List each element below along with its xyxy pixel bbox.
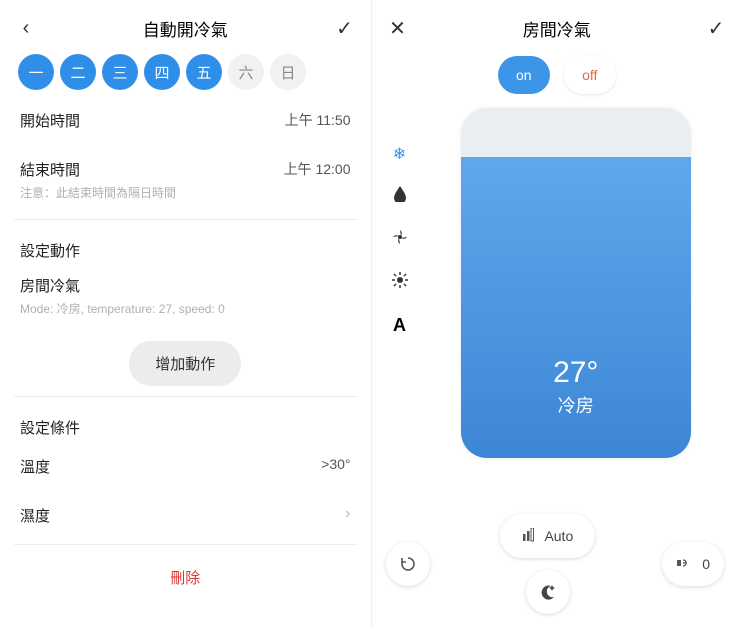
close-icon[interactable]: ✕ — [386, 16, 410, 41]
mode-dry-icon[interactable] — [393, 186, 407, 207]
swing-icon — [676, 556, 694, 573]
day-pill[interactable]: 五 — [186, 54, 222, 90]
delete-button[interactable]: 刪除 — [14, 549, 357, 606]
temp-condition-row[interactable]: 溫度 >30° — [14, 442, 357, 491]
mode-list: ❄ A — [386, 108, 414, 458]
sleep-button[interactable] — [526, 570, 570, 614]
start-time-row[interactable]: 開始時間 上午 11:50 — [14, 96, 357, 145]
refresh-button[interactable] — [386, 542, 430, 586]
bars-icon — [522, 528, 536, 545]
confirm-icon[interactable]: ✓ — [704, 16, 728, 41]
temperature-card[interactable]: 27° 冷房 — [461, 108, 691, 458]
confirm-icon[interactable]: ✓ — [333, 16, 357, 41]
back-icon[interactable]: ‹ — [14, 17, 38, 40]
day-selector: 一二三四五六日 — [14, 44, 357, 96]
mode-heat-icon[interactable] — [392, 272, 408, 293]
device-title: 房間冷氣 — [523, 16, 591, 41]
conditions-heading: 設定條件 — [14, 401, 357, 442]
humidity-condition-row[interactable]: 濕度 › — [14, 491, 357, 540]
swing-button[interactable]: 0 — [662, 542, 724, 586]
day-pill[interactable]: 二 — [60, 54, 96, 90]
day-pill[interactable]: 日 — [270, 54, 306, 90]
temperature-value: 27° — [553, 356, 598, 390]
day-pill[interactable]: 六 — [228, 54, 264, 90]
mode-auto-icon[interactable]: A — [393, 315, 406, 336]
schedule-pane: ‹ 自動開冷氣 ✓ 一二三四五六日 開始時間 上午 11:50 結束時間 注意：… — [0, 0, 372, 628]
power-on-button[interactable]: on — [498, 56, 550, 94]
device-pane: ✕ 房間冷氣 ✓ on off ❄ A 27° 冷房 — [372, 0, 742, 628]
mode-fan-icon[interactable] — [392, 229, 408, 250]
power-off-button[interactable]: off — [564, 56, 616, 94]
end-time-row[interactable]: 結束時間 注意：此結束時間為隔日時間 上午 12:00 — [14, 145, 357, 215]
day-pill[interactable]: 四 — [144, 54, 180, 90]
mode-label: 冷房 — [558, 392, 594, 418]
chevron-right-icon: › — [345, 505, 350, 523]
power-toggle: on off — [386, 56, 729, 94]
day-pill[interactable]: 一 — [18, 54, 54, 90]
day-pill[interactable]: 三 — [102, 54, 138, 90]
mode-cool-icon[interactable]: ❄ — [393, 144, 406, 164]
add-action-button[interactable]: 增加動作 — [129, 341, 241, 386]
schedule-title: 自動開冷氣 — [143, 16, 228, 41]
actions-heading: 設定動作 — [14, 224, 357, 265]
device-action-row[interactable]: 房間冷氣 Mode: 冷房, temperature: 27, speed: 0 — [14, 265, 357, 331]
fan-speed-button[interactable]: Auto — [500, 514, 595, 558]
